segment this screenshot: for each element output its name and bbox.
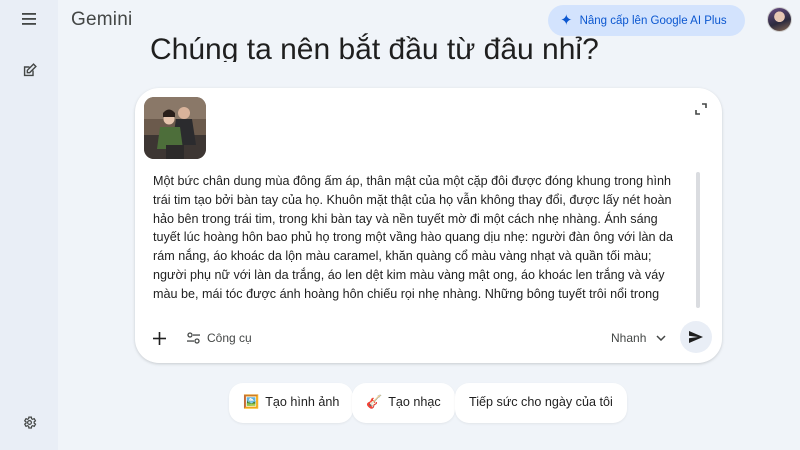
avatar[interactable] — [767, 7, 792, 32]
menu-button[interactable] — [12, 2, 46, 36]
tools-button[interactable]: Công cụ — [187, 326, 252, 350]
greeting-heading: Chúng ta nên bắt đầu từ đâu nhỉ? — [150, 33, 599, 62]
sparkle-icon: ✦ — [560, 12, 573, 29]
chip-label: Tiếp sức cho ngày của tôi — [469, 395, 613, 409]
prompt-composer: Một bức chân dung mùa đông ấm áp, thân m… — [135, 88, 722, 363]
prompt-scrollbar[interactable] — [696, 172, 700, 308]
add-attachment-button[interactable] — [147, 326, 171, 350]
model-selector[interactable]: Nhanh — [611, 326, 666, 350]
menu-icon — [22, 13, 36, 25]
upgrade-label: Nâng cấp lên Google AI Plus — [579, 14, 727, 27]
send-icon — [689, 331, 703, 343]
picture-icon: 🖼️ — [243, 394, 260, 409]
send-button[interactable] — [680, 321, 712, 353]
tools-label: Công cụ — [207, 331, 252, 345]
chip-create-image[interactable]: 🖼️ Tạo hình ảnh — [229, 383, 354, 423]
plus-icon — [152, 331, 166, 345]
chevron-down-icon — [656, 335, 666, 341]
photo-thumbnail[interactable] — [144, 97, 206, 159]
edit-icon — [23, 62, 37, 76]
expand-icon — [695, 103, 707, 115]
guitar-icon: 🎸 — [366, 394, 383, 409]
expand-button[interactable] — [694, 102, 708, 116]
tune-icon — [187, 332, 200, 344]
scrollbar-thumb[interactable] — [696, 172, 700, 308]
gear-icon — [23, 415, 36, 429]
prompt-input[interactable]: Một bức chân dung mùa đông ấm áp, thân m… — [153, 172, 683, 303]
sidebar-rail — [0, 0, 58, 450]
chip-label: Tạo hình ảnh — [265, 395, 340, 409]
chip-label: Tạo nhạc — [388, 395, 441, 409]
new-chat-button[interactable] — [12, 53, 46, 87]
app-title[interactable]: Gemini — [71, 9, 132, 31]
chip-create-music[interactable]: 🎸 Tạo nhạc — [352, 383, 455, 423]
settings-button[interactable] — [12, 405, 46, 439]
chip-boost-day[interactable]: Tiếp sức cho ngày của tôi — [455, 383, 627, 423]
model-label: Nhanh — [611, 331, 647, 345]
